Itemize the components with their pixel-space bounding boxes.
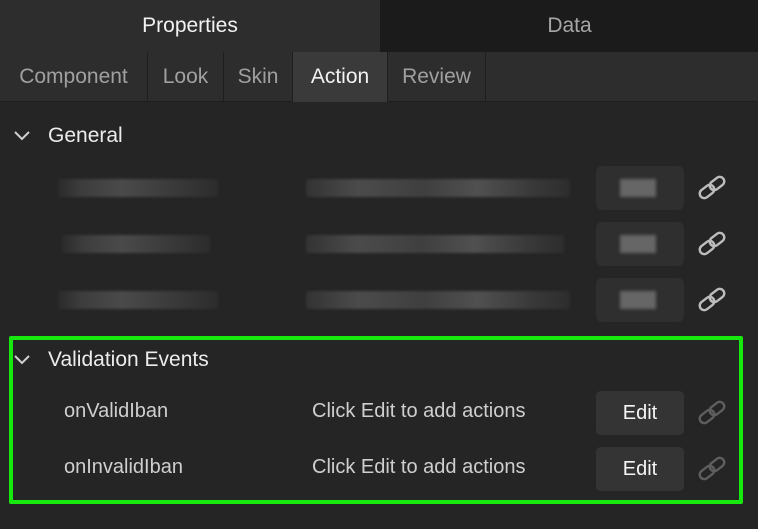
redacted-value [306,179,570,197]
redacted-button[interactable] [596,222,684,266]
section-title: Validation Events [48,348,209,371]
link-icon[interactable] [695,454,729,484]
redacted-button[interactable] [596,166,684,210]
redacted-button[interactable] [596,278,684,322]
general-row [0,277,758,323]
section-header-validation-events[interactable]: Validation Events [0,340,209,380]
top-tab-bar: Properties Data [0,0,758,52]
tab-component[interactable]: Component [0,52,148,102]
event-hint: Click Edit to add actions [312,456,526,478]
sub-tab-bar: Component Look Skin Action Review [0,52,758,102]
edit-button[interactable]: Edit [596,391,684,435]
redacted-name [58,179,218,197]
chevron-down-icon [14,355,30,365]
section-header-general[interactable]: General [0,116,123,156]
redacted-value [306,291,570,309]
tab-data[interactable]: Data [381,0,758,52]
section-title: General [48,124,123,147]
link-icon[interactable] [695,398,729,428]
event-row-onvalidiban: onValidIban Click Edit to add actions Ed… [0,390,758,436]
edit-button[interactable]: Edit [596,447,684,491]
general-row [0,221,758,267]
tab-review[interactable]: Review [388,52,486,102]
event-hint: Click Edit to add actions [312,400,526,422]
tab-action[interactable]: Action [293,52,388,102]
redacted-value [306,235,564,253]
general-row [0,165,758,211]
link-icon[interactable] [695,229,729,259]
tab-skin[interactable]: Skin [224,52,293,102]
tab-look[interactable]: Look [148,52,224,102]
event-name: onInvalidIban [64,456,183,478]
event-row-oninvalidiban: onInvalidIban Click Edit to add actions … [0,446,758,492]
event-name: onValidIban [64,400,169,422]
chevron-down-icon [14,131,30,141]
link-icon[interactable] [695,173,729,203]
redacted-name [58,291,218,309]
redacted-name [62,235,210,253]
link-icon[interactable] [695,285,729,315]
tab-properties[interactable]: Properties [0,0,381,52]
